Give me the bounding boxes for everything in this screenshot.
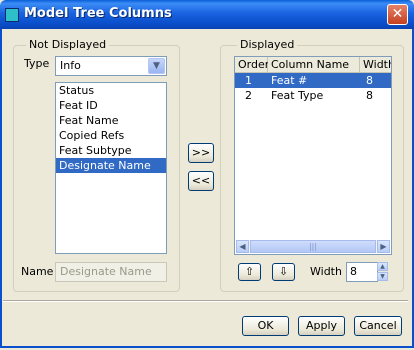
type-select-value: Info: [60, 59, 81, 72]
list-item[interactable]: Status: [56, 83, 166, 98]
column-header-name[interactable]: Column Name: [268, 57, 360, 73]
apply-button[interactable]: Apply: [298, 316, 345, 336]
title-bar: Model Tree Columns ✕: [0, 0, 414, 29]
move-up-button[interactable]: ⇧: [238, 263, 261, 281]
table-row[interactable]: 2 Feat Type 8: [235, 88, 391, 103]
spin-down-icon[interactable]: ▼: [377, 272, 388, 281]
ok-button[interactable]: OK: [242, 316, 289, 336]
row-order: 1: [245, 74, 252, 87]
displayed-columns-table[interactable]: Order Column Name Width 1 Feat # 8 2 Fea…: [234, 56, 392, 255]
row-width: 8: [366, 89, 373, 102]
arrow-down-icon: ⇩: [278, 265, 289, 278]
list-item[interactable]: Feat ID: [56, 98, 166, 113]
column-header-width[interactable]: Width: [360, 57, 391, 73]
scrollbar-thumb[interactable]: |||: [250, 240, 376, 253]
column-header-order[interactable]: Order: [235, 57, 269, 73]
window-title: Model Tree Columns: [24, 6, 172, 21]
chevron-down-icon[interactable]: ▼: [148, 58, 165, 74]
width-value: 8: [350, 265, 357, 278]
scroll-left-icon[interactable]: ◀: [236, 240, 249, 253]
arrow-up-icon: ⇧: [244, 265, 255, 278]
name-field-value: Designate Name: [60, 265, 152, 278]
cancel-button[interactable]: Cancel: [354, 316, 402, 336]
width-label: Width: [310, 265, 342, 278]
name-field: Designate Name: [55, 262, 167, 282]
not-displayed-group-label: Not Displayed: [26, 38, 110, 51]
row-column-name: Feat Type: [271, 89, 324, 102]
list-item[interactable]: Feat Name: [56, 113, 166, 128]
type-label: Type: [24, 57, 50, 70]
width-input[interactable]: 8: [346, 262, 378, 282]
type-select[interactable]: Info ▼: [55, 56, 167, 76]
close-button[interactable]: ✕: [387, 4, 408, 25]
table-row[interactable]: 1 Feat # 8: [235, 73, 391, 88]
name-label: Name: [21, 265, 54, 278]
row-order: 2: [245, 89, 252, 102]
horizontal-scrollbar[interactable]: ◀ ||| ▶: [236, 240, 390, 253]
displayed-group-label: Displayed: [237, 38, 298, 51]
move-down-button[interactable]: ⇩: [272, 263, 295, 281]
remove-column-button[interactable]: <<: [188, 171, 214, 191]
not-displayed-list[interactable]: Status Feat ID Feat Name Copied Refs Fea…: [55, 82, 167, 254]
list-item[interactable]: Feat Subtype: [56, 143, 166, 158]
row-column-name: Feat #: [271, 74, 308, 87]
footer-divider: [3, 300, 408, 302]
list-item[interactable]: Copied Refs: [56, 128, 166, 143]
add-column-button[interactable]: >>: [188, 143, 214, 163]
scroll-right-icon[interactable]: ▶: [377, 240, 390, 253]
app-window-icon: [5, 8, 19, 22]
spin-up-icon[interactable]: ▲: [377, 262, 388, 271]
row-width: 8: [366, 74, 373, 87]
list-item-selected[interactable]: Designate Name: [56, 158, 166, 173]
